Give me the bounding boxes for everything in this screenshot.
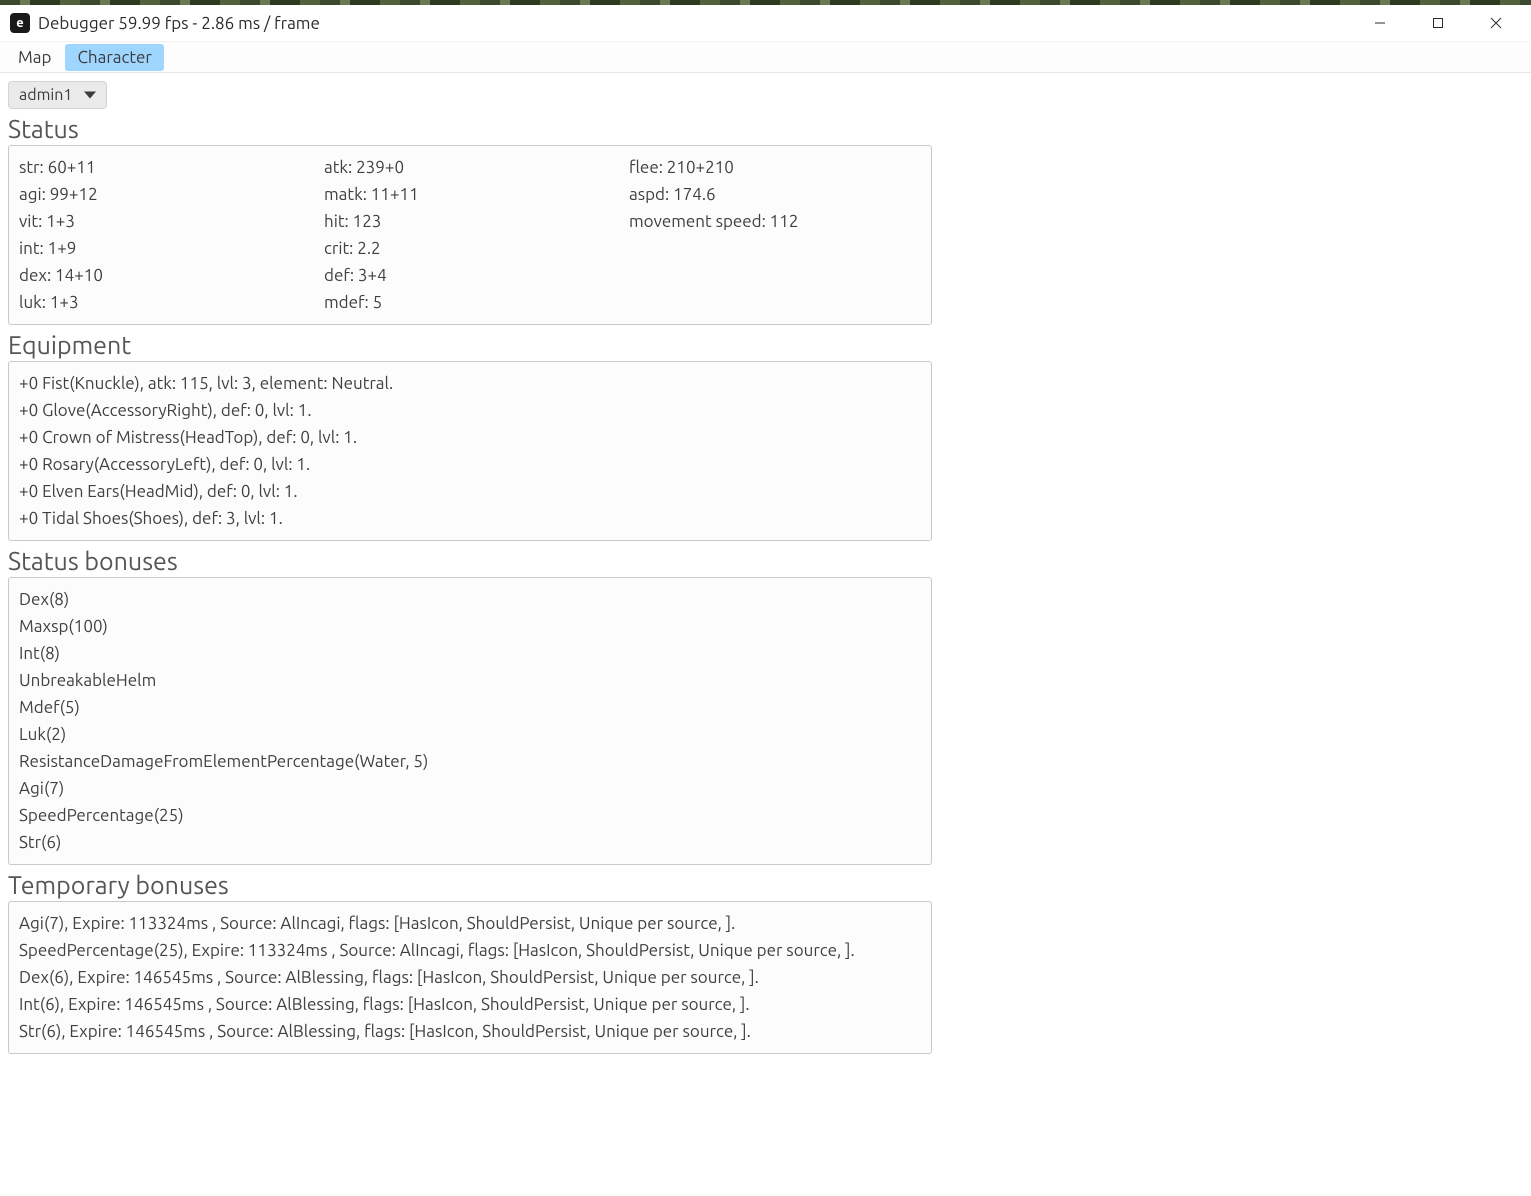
stat-mdef: mdef: 5: [324, 289, 629, 316]
status-col-primary: str: 60+11 agi: 99+12 vit: 1+3 int: 1+9 …: [19, 154, 324, 316]
stat-agi: agi: 99+12: [19, 181, 324, 208]
status-bonus-item: Dex(8): [19, 586, 921, 613]
status-bonuses-panel: Dex(8) Maxsp(100) Int(8) UnbreakableHelm…: [8, 577, 932, 865]
temporary-bonus-item: Agi(7), Expire: 113324ms , Source: AlInc…: [19, 910, 921, 937]
stat-flee: flee: 210+210: [629, 154, 921, 181]
status-col-secondary: atk: 239+0 matk: 11+11 hit: 123 crit: 2.…: [324, 154, 629, 316]
status-panel: str: 60+11 agi: 99+12 vit: 1+3 int: 1+9 …: [8, 145, 932, 325]
titlebar[interactable]: e Debugger 59.99 fps - 2.86 ms / frame: [0, 5, 1531, 41]
equipment-item: +0 Crown of Mistress(HeadTop), def: 0, l…: [19, 424, 921, 451]
status-bonus-item: Luk(2): [19, 721, 921, 748]
equipment-item: +0 Elven Ears(HeadMid), def: 0, lvl: 1.: [19, 478, 921, 505]
menubar: Map Character: [0, 41, 1531, 73]
menu-item-character[interactable]: Character: [65, 44, 163, 71]
status-bonuses-heading: Status bonuses: [8, 547, 1523, 575]
content: admin1 Status str: 60+11 agi: 99+12 vit:…: [0, 73, 1531, 1054]
stat-luk: luk: 1+3: [19, 289, 324, 316]
stat-atk: atk: 239+0: [324, 154, 629, 181]
close-button[interactable]: [1467, 5, 1525, 41]
app-icon: e: [10, 13, 30, 33]
stat-str: str: 60+11: [19, 154, 324, 181]
stat-def: def: 3+4: [324, 262, 629, 289]
status-bonus-item: ResistanceDamageFromElementPercentage(Wa…: [19, 748, 921, 775]
status-bonus-item: UnbreakableHelm: [19, 667, 921, 694]
equipment-item: +0 Fist(Knuckle), atk: 115, lvl: 3, elem…: [19, 370, 921, 397]
character-selector-value: admin1: [19, 86, 72, 104]
status-bonus-item: Agi(7): [19, 775, 921, 802]
equipment-panel: +0 Fist(Knuckle), atk: 115, lvl: 3, elem…: [8, 361, 932, 541]
temporary-bonuses-heading: Temporary bonuses: [8, 871, 1523, 899]
status-bonus-item: Str(6): [19, 829, 921, 856]
stat-int: int: 1+9: [19, 235, 324, 262]
character-selector[interactable]: admin1: [8, 81, 107, 109]
maximize-icon: [1432, 17, 1444, 29]
chevron-down-icon: [84, 92, 96, 99]
minimize-button[interactable]: [1351, 5, 1409, 41]
stat-aspd: aspd: 174.6: [629, 181, 921, 208]
status-bonus-item: SpeedPercentage(25): [19, 802, 921, 829]
status-heading: Status: [8, 115, 1523, 143]
stat-movement-speed: movement speed: 112: [629, 208, 921, 235]
status-bonus-item: Mdef(5): [19, 694, 921, 721]
window-title: Debugger 59.99 fps - 2.86 ms / frame: [38, 14, 320, 33]
equipment-item: +0 Rosary(AccessoryLeft), def: 0, lvl: 1…: [19, 451, 921, 478]
stat-dex: dex: 14+10: [19, 262, 324, 289]
stat-vit: vit: 1+3: [19, 208, 324, 235]
stat-matk: matk: 11+11: [324, 181, 629, 208]
minimize-icon: [1374, 17, 1386, 29]
equipment-item: +0 Tidal Shoes(Shoes), def: 3, lvl: 1.: [19, 505, 921, 532]
stat-hit: hit: 123: [324, 208, 629, 235]
menu-item-map[interactable]: Map: [6, 44, 63, 71]
temporary-bonus-item: Int(6), Expire: 146545ms , Source: AlBle…: [19, 991, 921, 1018]
close-icon: [1490, 17, 1502, 29]
status-col-tertiary: flee: 210+210 aspd: 174.6 movement speed…: [629, 154, 921, 316]
equipment-heading: Equipment: [8, 331, 1523, 359]
maximize-button[interactable]: [1409, 5, 1467, 41]
status-bonus-item: Maxsp(100): [19, 613, 921, 640]
temporary-bonus-item: SpeedPercentage(25), Expire: 113324ms , …: [19, 937, 921, 964]
stat-crit: crit: 2.2: [324, 235, 629, 262]
status-bonus-item: Int(8): [19, 640, 921, 667]
temporary-bonus-item: Dex(6), Expire: 146545ms , Source: AlBle…: [19, 964, 921, 991]
equipment-item: +0 Glove(AccessoryRight), def: 0, lvl: 1…: [19, 397, 921, 424]
temporary-bonus-item: Str(6), Expire: 146545ms , Source: AlBle…: [19, 1018, 921, 1045]
temporary-bonuses-panel: Agi(7), Expire: 113324ms , Source: AlInc…: [8, 901, 932, 1054]
